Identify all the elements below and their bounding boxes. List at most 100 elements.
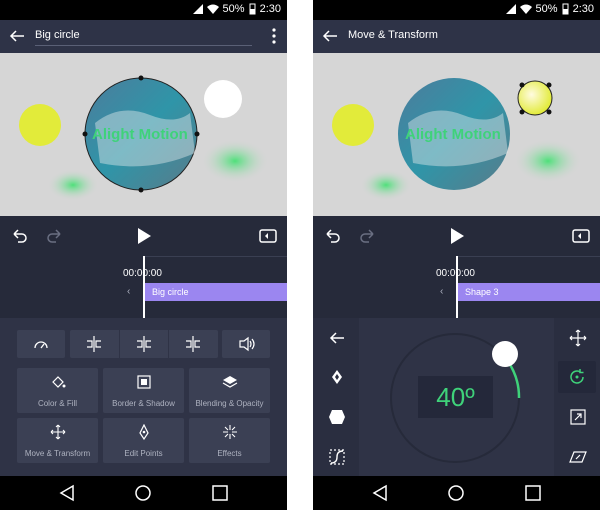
speedometer-icon [34, 341, 48, 349]
signal-icon [505, 4, 516, 14]
scale-icon[interactable] [569, 408, 587, 426]
color-fill-label: Color & Fill [37, 399, 78, 408]
system-nav-bar [313, 476, 600, 510]
battery-icon [562, 3, 569, 15]
curve-graph-icon[interactable] [328, 448, 346, 466]
blending-opacity-button[interactable]: Blending & Opacity [189, 368, 270, 413]
blending-opacity-label: Blending & Opacity [195, 399, 264, 408]
layer-options-panel: Color & Fill Border & Shadow Blending & … [0, 318, 287, 476]
color-fill-button[interactable]: Color & Fill [17, 368, 98, 413]
undo-icon[interactable] [322, 226, 342, 246]
paint-bucket-icon [51, 376, 65, 388]
easing-icon[interactable] [328, 408, 346, 426]
layers-icon [222, 376, 237, 388]
nav-home-icon[interactable] [447, 484, 465, 502]
transform-tools-left [313, 318, 359, 476]
split-buttons-group [70, 330, 218, 358]
rotate-mode-selected[interactable] [558, 361, 596, 393]
speed-button[interactable] [17, 330, 65, 358]
loop-icon[interactable] [571, 226, 591, 246]
canvas-text: Alight Motion [92, 126, 188, 143]
status-bar: 50% 2:30 [313, 0, 600, 20]
status-bar: 50% 2:30 [0, 0, 287, 20]
move-icon [50, 424, 65, 440]
phone-screen-left: 50% 2:30 Big circle Alight Motion ‹ Big … [0, 0, 287, 510]
play-icon[interactable] [447, 226, 467, 246]
undo-icon[interactable] [9, 226, 29, 246]
back-arrow-icon[interactable] [328, 329, 346, 347]
playback-controls [313, 216, 600, 256]
wifi-icon [206, 4, 219, 14]
play-icon[interactable] [134, 226, 154, 246]
effects-button[interactable]: Effects [189, 418, 270, 463]
nav-back-icon[interactable] [371, 484, 389, 502]
app-bar: Move & Transform [313, 20, 600, 53]
move-transform-button[interactable]: Move & Transform [17, 418, 98, 463]
white-circle-shape[interactable] [204, 80, 242, 118]
split-icon[interactable] [135, 336, 153, 352]
yellow-circle-shape[interactable] [19, 104, 61, 146]
border-shadow-label: Border & Shadow [112, 399, 175, 408]
nav-recents-icon[interactable] [211, 484, 229, 502]
redo-icon[interactable] [358, 226, 378, 246]
border-shadow-icon [136, 375, 151, 389]
chevron-left-icon[interactable]: ‹ [440, 286, 443, 297]
playback-controls [0, 216, 287, 256]
move-transform-label: Move & Transform [24, 449, 91, 458]
playhead[interactable] [456, 256, 458, 318]
redo-icon[interactable] [45, 226, 65, 246]
pen-tool-icon [138, 424, 149, 440]
nav-back-icon[interactable] [58, 484, 76, 502]
timeline-ruler [143, 256, 287, 264]
split-left-icon[interactable] [85, 336, 103, 352]
back-arrow-icon[interactable] [8, 27, 26, 45]
back-arrow-icon[interactable] [321, 27, 339, 45]
screen-title: Move & Transform [348, 29, 438, 41]
loop-icon[interactable] [258, 226, 278, 246]
canvas-text: Alight Motion [405, 126, 501, 143]
battery-percent: 50% [222, 3, 245, 15]
edit-points-label: Edit Points [124, 449, 163, 458]
nav-home-icon[interactable] [134, 484, 152, 502]
clock: 2:30 [259, 3, 281, 15]
edit-points-button[interactable]: Edit Points [103, 418, 184, 463]
signal-icon [192, 4, 203, 14]
system-nav-bar [0, 476, 287, 510]
more-vert-icon[interactable] [271, 28, 277, 44]
green-blur-shape-2[interactable] [514, 139, 582, 183]
rotate-icon [570, 369, 584, 384]
effects-label: Effects [217, 449, 242, 458]
move-icon[interactable] [569, 329, 587, 347]
yellow-circle-shape[interactable] [332, 104, 374, 146]
app-bar: Big circle [0, 20, 287, 53]
timeline-ruler [456, 256, 600, 264]
volume-icon [239, 336, 255, 352]
border-shadow-button[interactable]: Border & Shadow [103, 368, 184, 413]
playhead[interactable] [143, 256, 145, 318]
angle-value[interactable]: 40º [418, 376, 493, 418]
phone-screen-right: 50% 2:30 Move & Transform Alight Motion … [313, 0, 600, 510]
timeline[interactable]: 00:00:00 ‹ Shape 3 [313, 256, 600, 318]
transform-panel: 40º [313, 318, 600, 476]
layer-clip[interactable]: Big circle [144, 283, 287, 301]
wifi-icon [519, 4, 532, 14]
layer-name-field[interactable]: Big circle [35, 29, 80, 41]
timeline[interactable]: 00:00:00 ‹ Big circle [0, 256, 287, 318]
audio-button[interactable] [222, 330, 270, 358]
green-blur-shape-2[interactable] [201, 139, 269, 183]
rotation-handle[interactable] [492, 341, 518, 367]
nav-recents-icon[interactable] [524, 484, 542, 502]
chevron-left-icon[interactable]: ‹ [127, 286, 130, 297]
keyframe-icon[interactable] [328, 368, 346, 386]
green-blur-shape[interactable] [360, 169, 412, 201]
layer-name-underline [35, 45, 252, 46]
sparkle-icon [222, 425, 237, 439]
battery-icon [249, 3, 256, 15]
green-blur-shape[interactable] [47, 169, 99, 201]
skew-icon[interactable] [569, 448, 587, 466]
preview-canvas[interactable]: Alight Motion [0, 53, 287, 216]
clock: 2:30 [572, 3, 594, 15]
layer-clip[interactable]: Shape 3 [457, 283, 600, 301]
preview-canvas[interactable]: Alight Motion [313, 53, 600, 216]
split-right-icon[interactable] [184, 336, 202, 352]
